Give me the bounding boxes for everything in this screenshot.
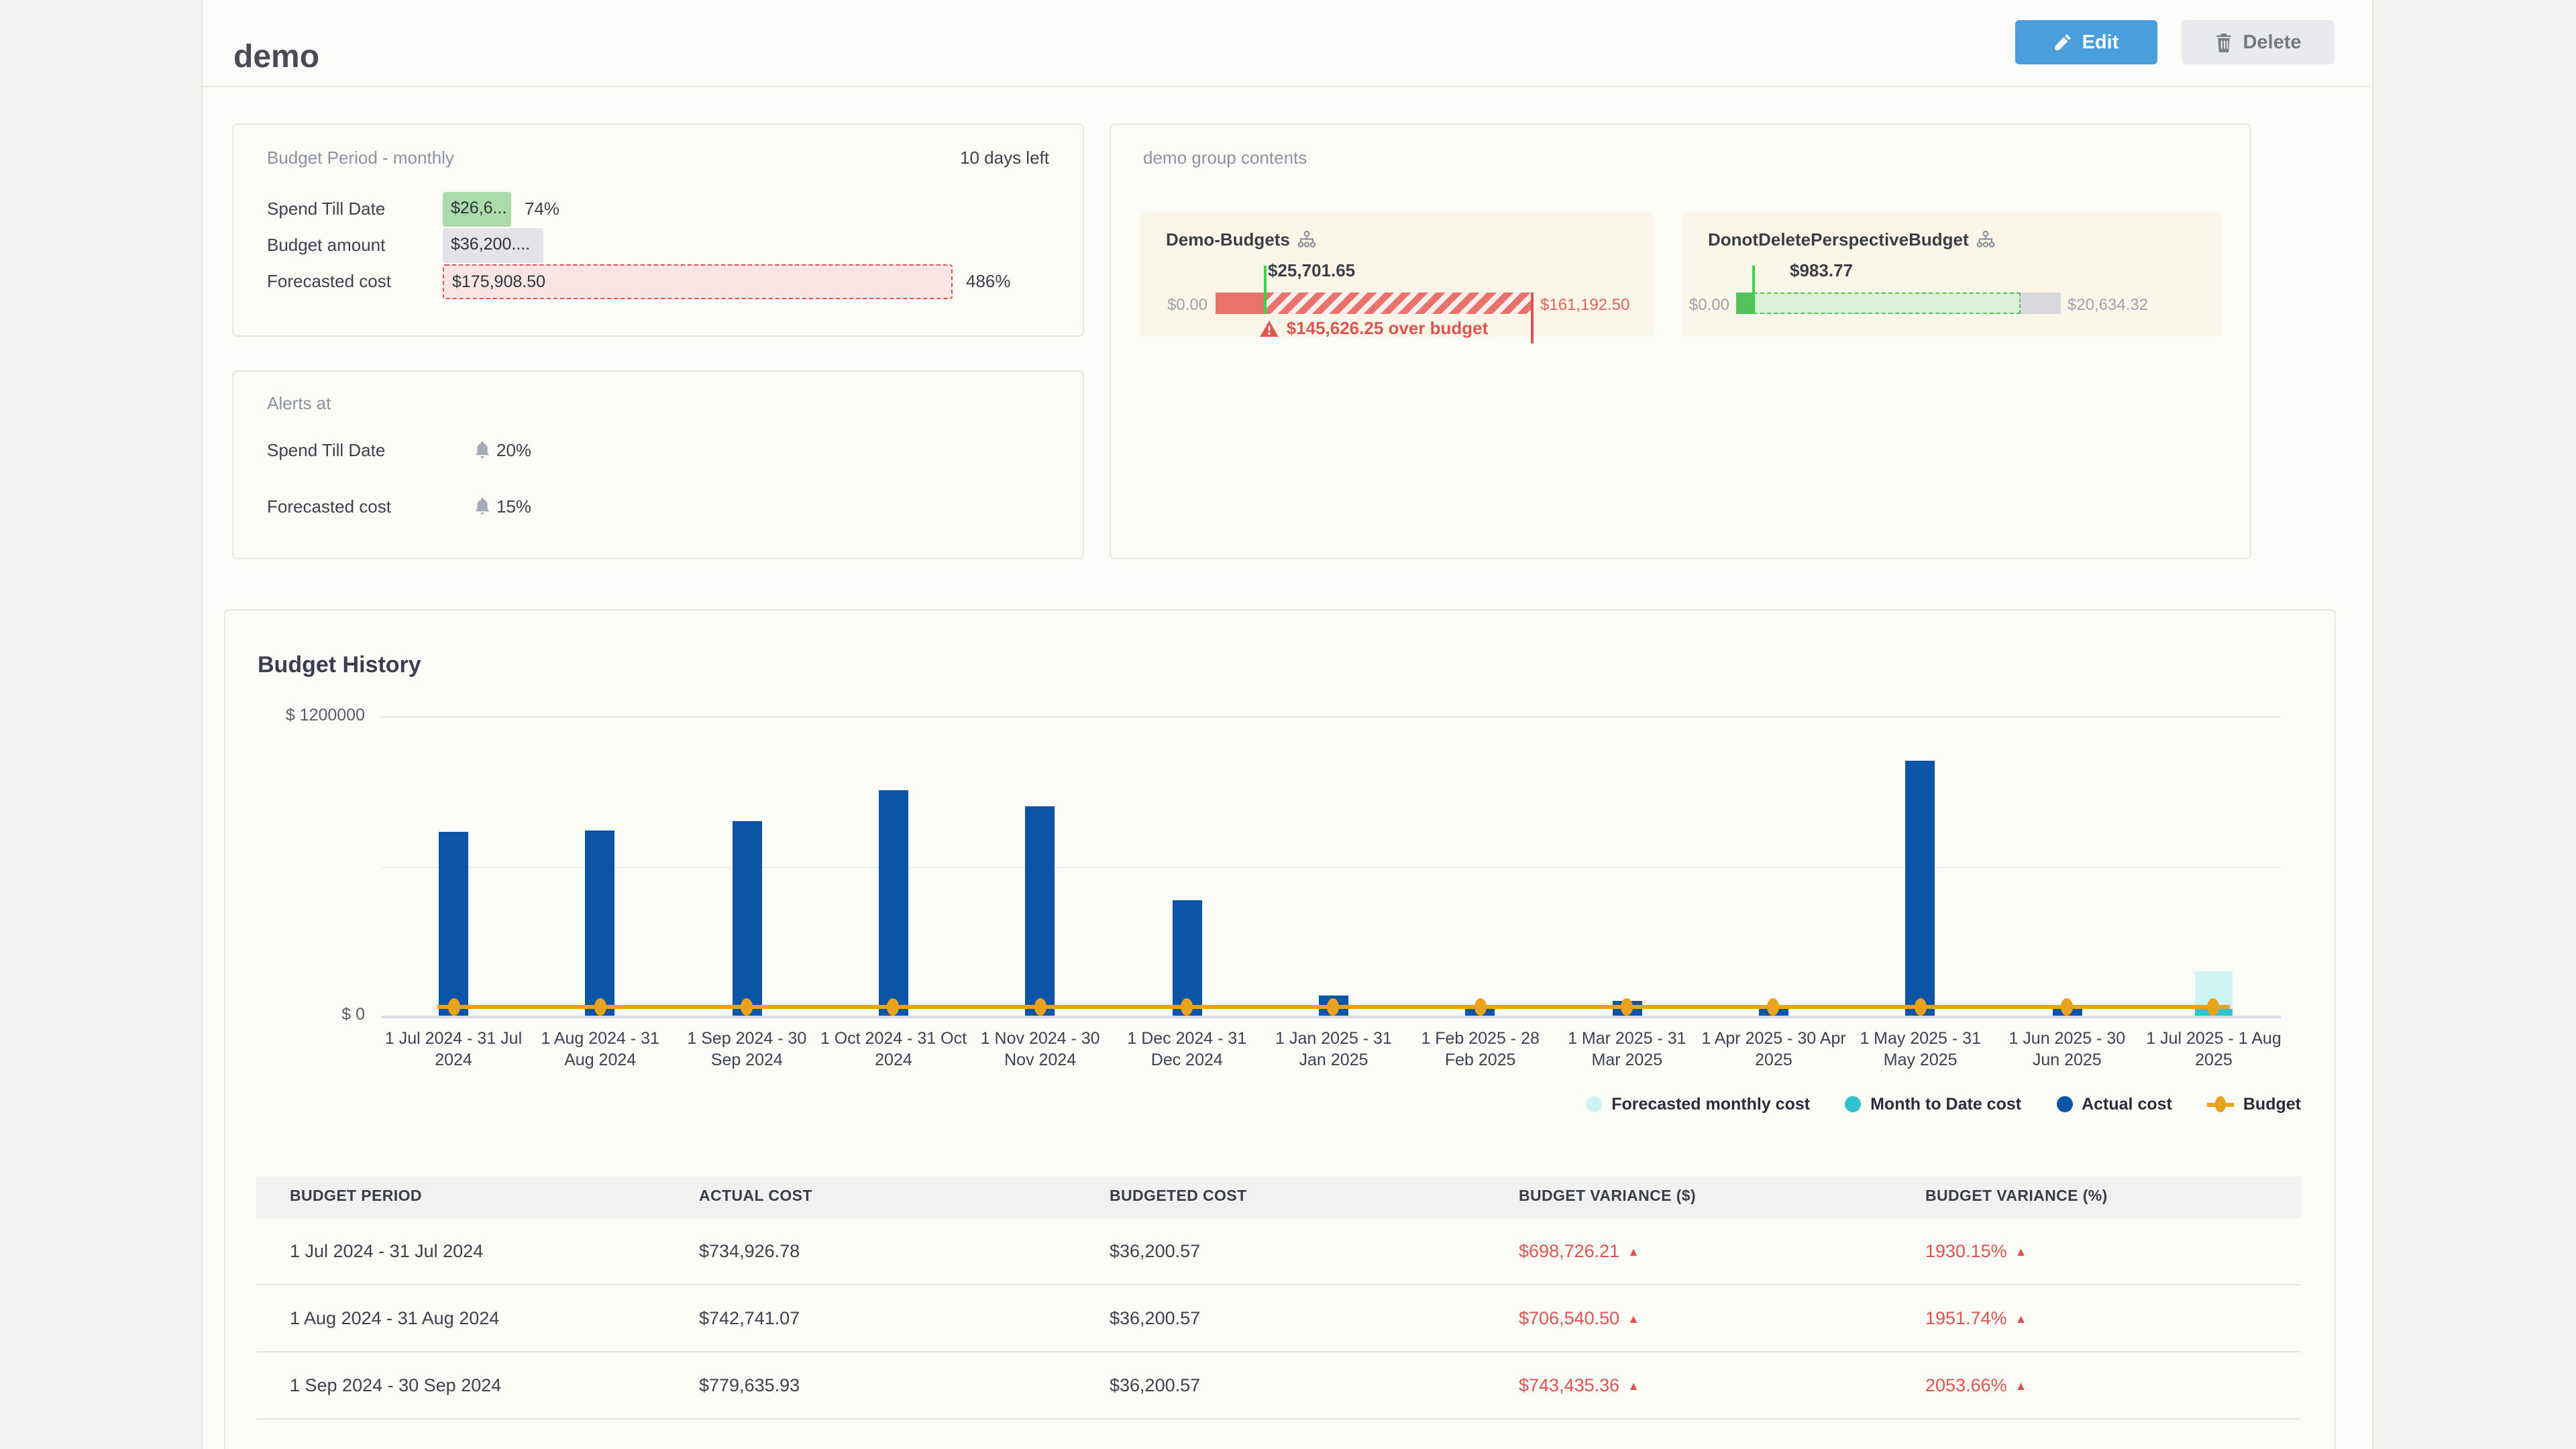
- budget-marker: [594, 998, 606, 1016]
- forecast-legend-dot: [1586, 1096, 1602, 1112]
- table-cell: $742,741.07: [699, 1285, 800, 1352]
- x-tick-label: 1 Jul 2024 - 31 Jul 2024: [380, 1028, 527, 1071]
- x-tick-label: 1 Nov 2024 - 30 Nov 2024: [967, 1028, 1114, 1071]
- x-tick-label: 1 Aug 2024 - 31 Aug 2024: [527, 1028, 674, 1071]
- x-tick-label: 1 Feb 2025 - 28 Feb 2025: [1407, 1028, 1554, 1071]
- table-cell: 1 Aug 2024 - 31 Aug 2024: [290, 1285, 499, 1352]
- x-tick-label: 1 Apr 2025 - 30 Apr 2025: [1700, 1028, 1847, 1071]
- viewport: demo Edit Delete Budget Period - monthly…: [0, 0, 2576, 1449]
- variance-cell: 1951.74%▲: [1925, 1285, 2027, 1352]
- legend-label: Forecasted monthly cost: [1611, 1095, 1810, 1114]
- table-cell: $734,926.78: [699, 1218, 800, 1285]
- y-tick-label: $ 1200000: [258, 706, 365, 724]
- variance-cell: 1930.15%▲: [1925, 1218, 2027, 1285]
- budget-marker: [1474, 998, 1487, 1016]
- legend-label: Budget: [2243, 1095, 2301, 1114]
- table-row: 1 Sep 2024 - 30 Sep 2024 $779,635.93 $36,2…: [256, 1352, 2301, 1419]
- variance-cell: $706,540.50▲: [1519, 1285, 1640, 1352]
- column-header: BUDGET VARIANCE (%): [1925, 1177, 2108, 1218]
- gridline-top: [381, 716, 2281, 718]
- budget-marker: [1621, 998, 1633, 1016]
- up-triangle-icon: ▲: [2015, 1245, 2027, 1258]
- actual-cost-bar[interactable]: [1026, 807, 1055, 1016]
- x-tick-label: 1 Mar 2025 - 31 Mar 2025: [1553, 1028, 1701, 1071]
- x-tick-label: 1 Dec 2024 - 31 Dec 2024: [1113, 1028, 1260, 1071]
- column-header: BUDGETED COST: [1110, 1177, 1247, 1218]
- x-tick-label: 1 Oct 2024 - 31 Oct 2024: [820, 1028, 967, 1071]
- budget-marker: [447, 998, 460, 1016]
- app: demo Edit Delete Budget Period - monthly…: [0, 0, 2576, 1449]
- actual-cost-bar[interactable]: [732, 821, 761, 1016]
- actual-cost-bar[interactable]: [586, 830, 615, 1016]
- up-triangle-icon: ▲: [1627, 1379, 1640, 1393]
- x-tick-label: 1 Sep 2024 - 30 Sep 2024: [673, 1028, 820, 1071]
- actual-cost-bar[interactable]: [439, 833, 468, 1016]
- budget-marker: [2061, 998, 2073, 1016]
- budget-legend-marker: [2207, 1095, 2234, 1114]
- column-header: ACTUAL COST: [699, 1177, 812, 1218]
- variance-cell: 2053.66%▲: [1925, 1352, 2027, 1419]
- x-tick-label: 1 Jun 2025 - 30 Jun 2025: [1993, 1028, 2141, 1071]
- legend-label: Actual cost: [2082, 1095, 2172, 1114]
- table-row: 1 Jul 2024 - 31 Jul 2024 $734,926.78 $36,2…: [256, 1218, 2301, 1285]
- x-tick-label: 1 Jul 2025 - 1 Aug 2025: [2140, 1028, 2288, 1071]
- table-cell: 1 Jul 2024 - 31 Jul 2024: [290, 1218, 483, 1285]
- budget-marker: [1181, 998, 1193, 1016]
- mtd-legend-dot: [1845, 1096, 1861, 1112]
- x-axis-line: [381, 1016, 2281, 1018]
- column-header: BUDGET PERIOD: [290, 1177, 422, 1218]
- table-cell: $36,200.57: [1110, 1352, 1200, 1419]
- budget-marker: [741, 998, 753, 1016]
- x-tick-label: 1 Jan 2025 - 31 Jan 2025: [1260, 1028, 1407, 1071]
- table-cell: $36,200.57: [1110, 1218, 1200, 1285]
- up-triangle-icon: ▲: [1627, 1312, 1640, 1326]
- table-header-row: BUDGET PERIOD ACTUAL COST BUDGETED COST BUD…: [256, 1177, 2301, 1218]
- up-triangle-icon: ▲: [1627, 1245, 1640, 1258]
- actual-cost-bar[interactable]: [1906, 761, 1935, 1016]
- budget-marker: [1034, 998, 1046, 1016]
- legend-item-mtd[interactable]: Month to Date cost: [1845, 1095, 2021, 1114]
- table-cell: $779,635.93: [699, 1352, 800, 1419]
- legend-label: Month to Date cost: [1870, 1095, 2021, 1114]
- legend-item-forecast[interactable]: Forecasted monthly cost: [1586, 1095, 1810, 1114]
- table-cell: 1 Sep 2024 - 30 Sep 2024: [290, 1352, 501, 1419]
- column-header: BUDGET VARIANCE ($): [1519, 1177, 1696, 1218]
- y-tick-label: $ 0: [258, 1005, 365, 1024]
- up-triangle-icon: ▲: [2015, 1312, 2027, 1326]
- table-cell: $36,200.57: [1110, 1285, 1200, 1352]
- gridline-middle: [381, 866, 2281, 867]
- table-row: 1 Aug 2024 - 31 Aug 2024 $742,741.07 $36,2…: [256, 1285, 2301, 1352]
- legend-item-actual[interactable]: Actual cost: [2056, 1095, 2172, 1114]
- variance-cell: $743,435.36▲: [1519, 1352, 1640, 1419]
- legend-item-budget[interactable]: Budget: [2207, 1095, 2301, 1114]
- chart-legend: Forecasted monthly cost Month to Date cos…: [0, 1091, 2301, 1118]
- up-triangle-icon: ▲: [2015, 1379, 2027, 1393]
- budget-marker: [1915, 998, 1927, 1016]
- actual-legend-dot: [2056, 1096, 2072, 1112]
- x-tick-label: 1 May 2025 - 31 May 2025: [1847, 1028, 1994, 1071]
- actual-cost-bar[interactable]: [879, 790, 908, 1016]
- variance-cell: $698,726.21▲: [1519, 1218, 1640, 1285]
